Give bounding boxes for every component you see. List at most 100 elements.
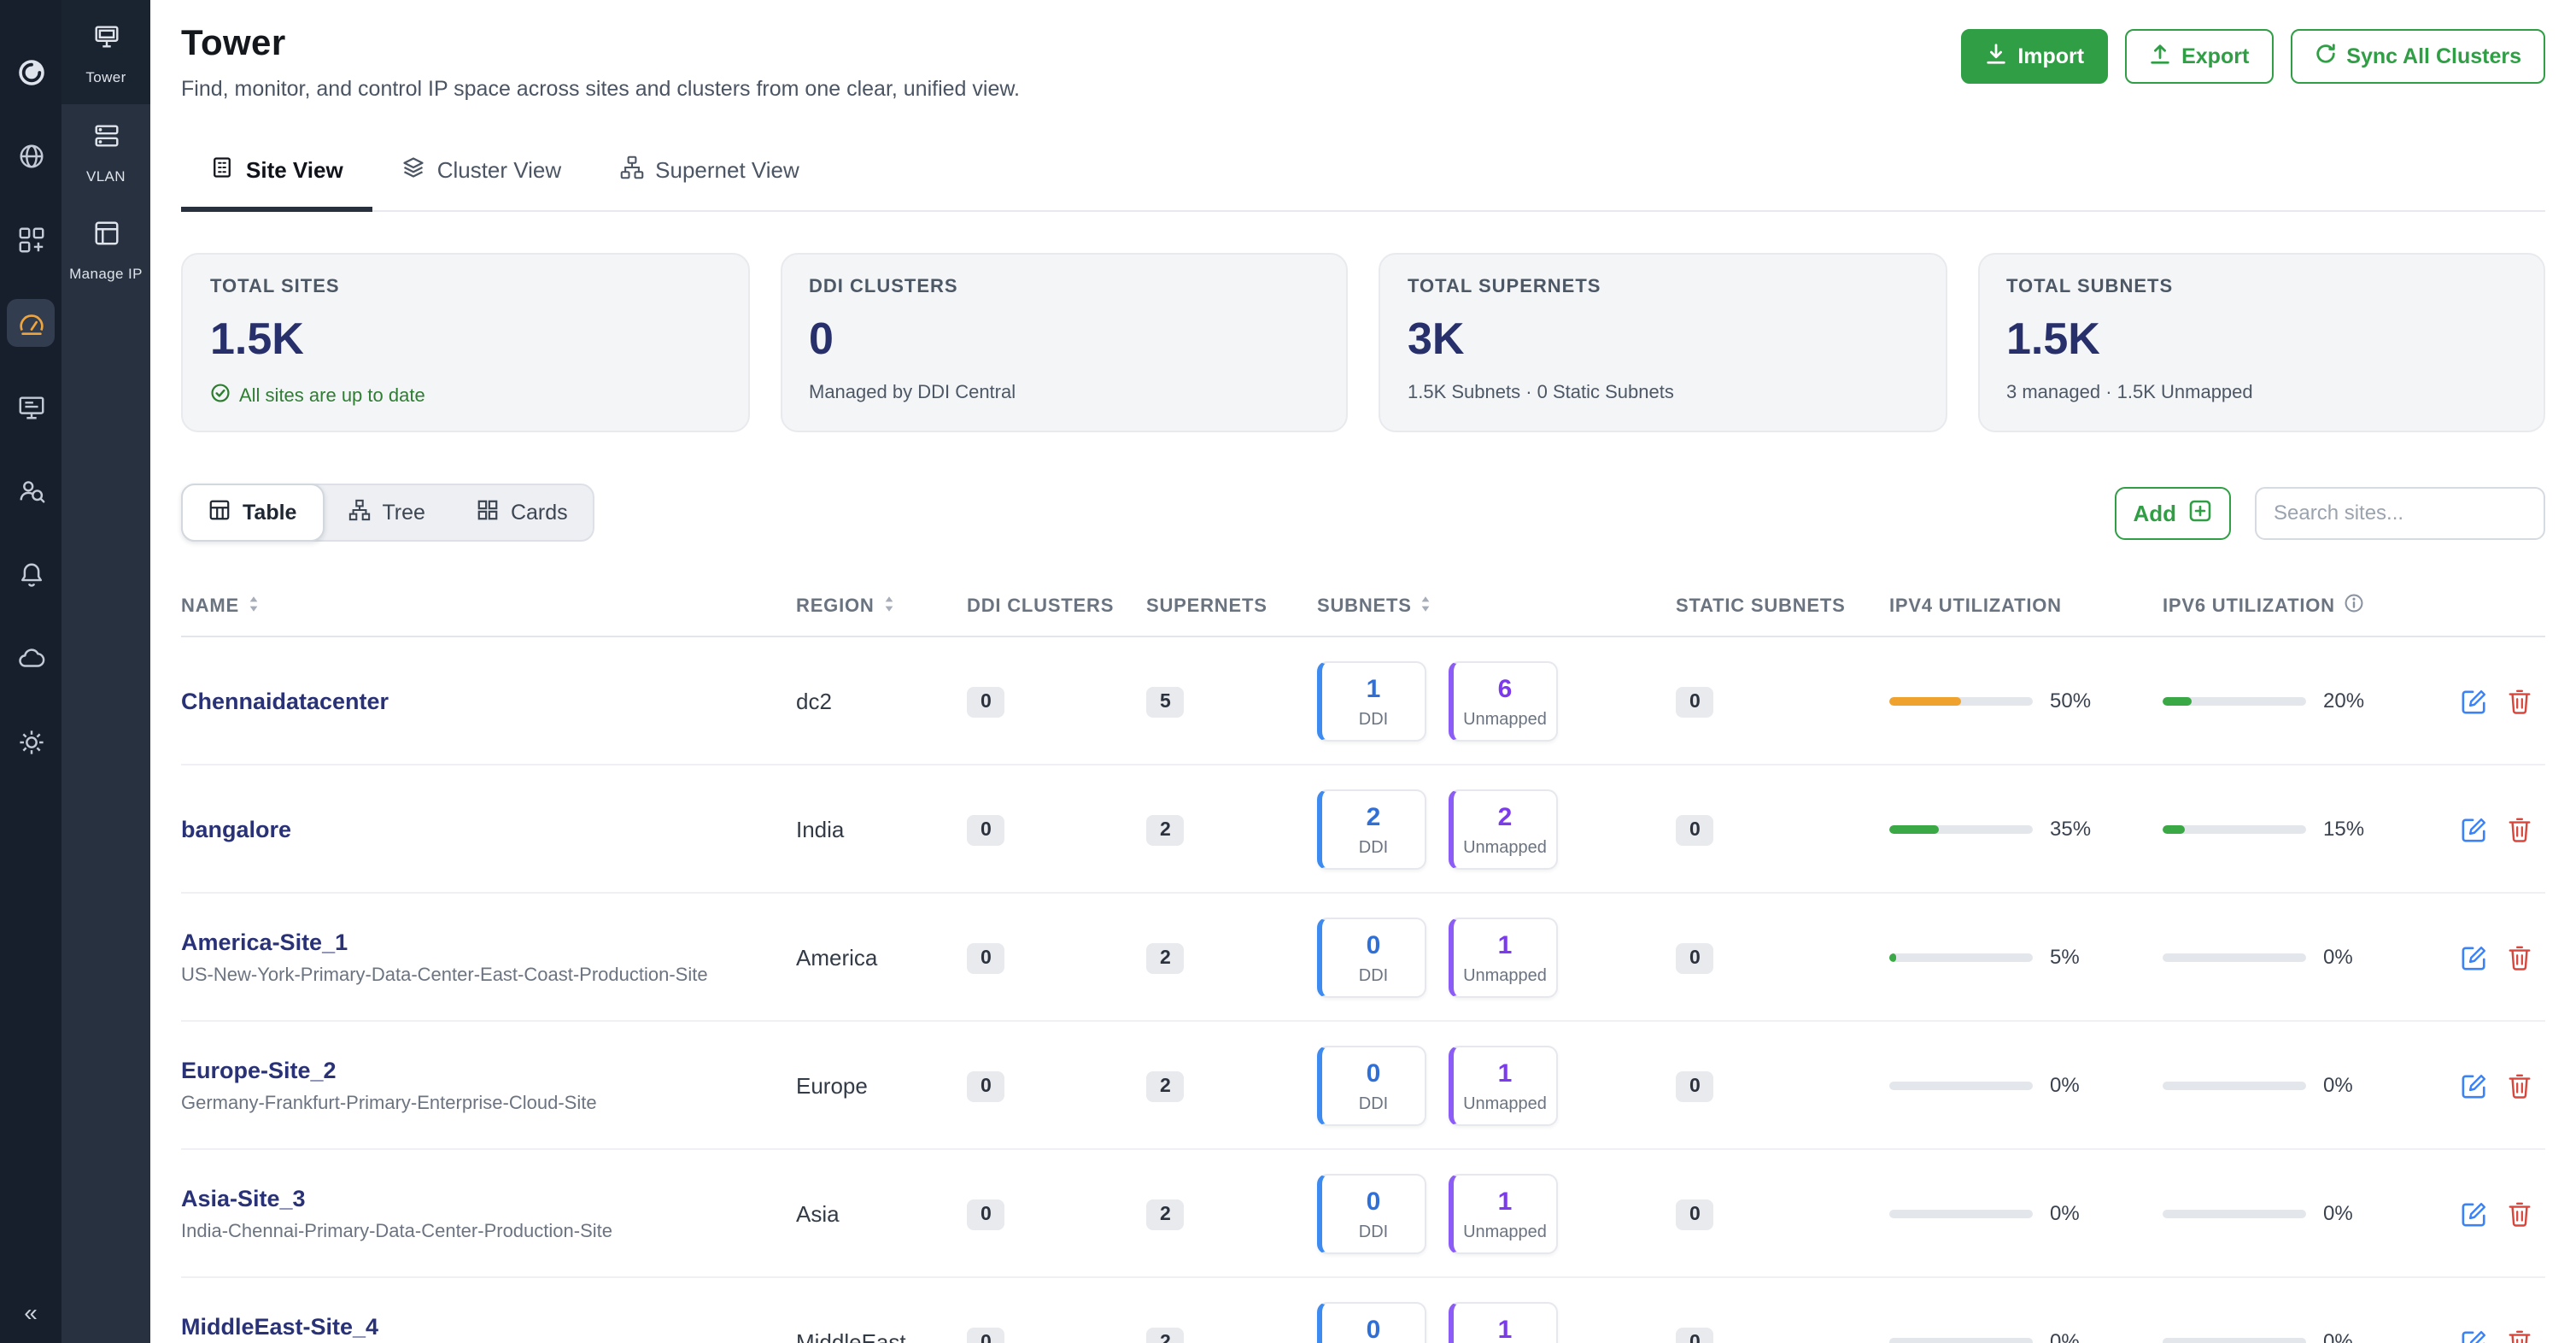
ipv4-utilization-cell: 0% (1889, 1073, 2163, 1097)
column-header-ddi-clusters: DDI CLUSTERS (967, 595, 1146, 616)
edit-icon[interactable] (2462, 816, 2487, 842)
globe-icon[interactable] (7, 132, 55, 179)
modules-icon[interactable] (7, 215, 55, 263)
subnets-cell: 0 DDI 1 Unmapped (1317, 1045, 1676, 1125)
column-header-subnets[interactable]: SUBNETS (1317, 594, 1676, 618)
tab-site-view[interactable]: Site View (181, 137, 372, 212)
ipv4-progress-track (1889, 1209, 2033, 1217)
stat-value: 1.5K (2006, 313, 2516, 366)
cloud-icon[interactable] (7, 634, 55, 682)
supernets-cell: 2 (1146, 1069, 1317, 1101)
table-row: Europe-Site_2 Germany-Frankfurt-Primary-… (181, 1022, 2545, 1150)
subnet-ddi-card: 0 DDI (1317, 1301, 1426, 1343)
manage-ip-icon (91, 219, 120, 256)
site-name-link[interactable]: Asia-Site_3 (181, 1185, 796, 1211)
ipv6-utilization-cell: 0% (2163, 945, 2436, 969)
download-icon (1985, 43, 2007, 70)
sidebar-item-vlan[interactable]: VLAN (61, 104, 150, 202)
subnets-cell: 0 DDI 1 Unmapped (1317, 1301, 1676, 1343)
static-subnets-cell: 0 (1676, 1069, 1889, 1101)
building-icon (210, 155, 234, 185)
stat-value: 1.5K (210, 313, 720, 366)
ipv4-utilization-cell: 35% (1889, 817, 2163, 841)
trash-icon[interactable] (2508, 1072, 2532, 1098)
view-mode-table[interactable]: Table (181, 484, 324, 542)
page-header: Tower Find, monitor, and control IP spac… (181, 24, 2545, 101)
view-mode-tree[interactable]: Tree (320, 484, 453, 542)
ipv6-percent: 0% (2323, 1329, 2353, 1343)
add-site-button[interactable]: Add (2114, 486, 2231, 539)
collapse-sidebar-button[interactable]: « (0, 1299, 61, 1326)
header-actions: Import Export Sync All Clusters (1961, 29, 2545, 84)
static-subnets-badge: 0 (1676, 1199, 1714, 1229)
info-icon[interactable] (2344, 593, 2364, 619)
sidebar-item-manage-ip[interactable]: Manage IP (61, 202, 150, 299)
edit-icon[interactable] (2462, 1200, 2487, 1226)
subnet-ddi-label: DDI (1322, 838, 1425, 857)
site-description: Germany-Frankfurt-Primary-Enterprise-Clo… (181, 1093, 796, 1113)
table-row: America-Site_1 US-New-York-Primary-Data-… (181, 894, 2545, 1022)
column-header-name[interactable]: NAME (181, 594, 796, 618)
ddi-clusters-badge: 0 (967, 1199, 1005, 1229)
vlan-icon (91, 121, 120, 159)
trash-icon[interactable] (2508, 1200, 2532, 1226)
ddi-clusters-badge: 0 (967, 686, 1005, 717)
stat-label: TOTAL SUBNETS (2006, 277, 2516, 297)
static-subnets-badge: 0 (1676, 1327, 1714, 1343)
ipv4-progress-track (1889, 1081, 2033, 1089)
logo-icon[interactable] (7, 48, 55, 96)
monitor-icon[interactable] (7, 383, 55, 431)
static-subnets-badge: 0 (1676, 1070, 1714, 1101)
column-header-region[interactable]: REGION (796, 594, 967, 618)
region-cell: Europe (796, 1072, 967, 1098)
trash-icon[interactable] (2508, 944, 2532, 970)
ddi-clusters-badge: 0 (967, 1327, 1005, 1343)
edit-icon[interactable] (2462, 1328, 2487, 1343)
ddi-clusters-badge: 0 (967, 942, 1005, 973)
subnet-ddi-card: 0 DDI (1317, 1045, 1426, 1125)
site-name-link[interactable]: MiddleEast-Site_4 (181, 1313, 796, 1339)
sidebar-item-label: VLAN (86, 167, 126, 185)
trash-icon[interactable] (2508, 688, 2532, 713)
sidebar-item-label: Tower (85, 68, 126, 85)
row-actions (2436, 944, 2545, 970)
region-cell: dc2 (796, 688, 967, 713)
subnet-ddi-card: 0 DDI (1317, 1173, 1426, 1253)
search-sites-input[interactable] (2255, 486, 2545, 539)
edit-icon[interactable] (2462, 944, 2487, 970)
table-header: NAME REGION DDI CLUSTERS SUPERNETS SUBNE… (181, 579, 2545, 637)
ipam-gauge-icon[interactable] (7, 299, 55, 347)
view-mode-cards[interactable]: Cards (449, 484, 595, 542)
table-row: bangalore India 0 2 2 DDI 2 Unmapped 0 3… (181, 765, 2545, 894)
bell-icon[interactable] (7, 550, 55, 598)
site-name-link[interactable]: Chennaidatacenter (181, 688, 796, 713)
user-search-icon[interactable] (7, 466, 55, 514)
upload-icon (2149, 43, 2171, 70)
import-button[interactable]: Import (1961, 29, 2108, 84)
subnets-cell: 1 DDI 6 Unmapped (1317, 660, 1676, 741)
export-button[interactable]: Export (2125, 29, 2273, 84)
site-name-link[interactable]: America-Site_1 (181, 929, 796, 954)
tab-supernet-view[interactable]: Supernet View (590, 137, 828, 212)
trash-icon[interactable] (2508, 816, 2532, 842)
subnet-unmapped-label: Unmapped (1454, 966, 1556, 985)
app-root: « Tower VLAN Manage IP Tower Find, (0, 0, 2576, 1343)
edit-icon[interactable] (2462, 1072, 2487, 1098)
subnet-ddi-card: 2 DDI (1317, 789, 1426, 869)
ipv6-percent: 0% (2323, 1073, 2353, 1097)
ipv6-progress-fill (2163, 824, 2184, 833)
site-name-link[interactable]: Europe-Site_2 (181, 1057, 796, 1082)
ddi-clusters-cell: 0 (967, 941, 1146, 973)
trash-icon[interactable] (2508, 1328, 2532, 1343)
ipv4-utilization-cell: 0% (1889, 1201, 2163, 1225)
sync-all-clusters-button[interactable]: Sync All Clusters (2290, 29, 2545, 84)
stat-card-total-supernets: TOTAL SUPERNETS 3K 1.5K Subnets · 0 Stat… (1379, 253, 1947, 432)
sidebar-item-tower[interactable]: Tower (61, 0, 150, 104)
subnet-unmapped-card: 1 Unmapped (1449, 1301, 1558, 1343)
edit-icon[interactable] (2462, 688, 2487, 713)
site-description: India-Chennai-Primary-Data-Center-Produc… (181, 1221, 796, 1241)
name-cell: Chennaidatacenter (181, 688, 796, 713)
settings-icon[interactable] (7, 718, 55, 765)
site-name-link[interactable]: bangalore (181, 816, 796, 842)
tab-cluster-view[interactable]: Cluster View (372, 137, 590, 212)
